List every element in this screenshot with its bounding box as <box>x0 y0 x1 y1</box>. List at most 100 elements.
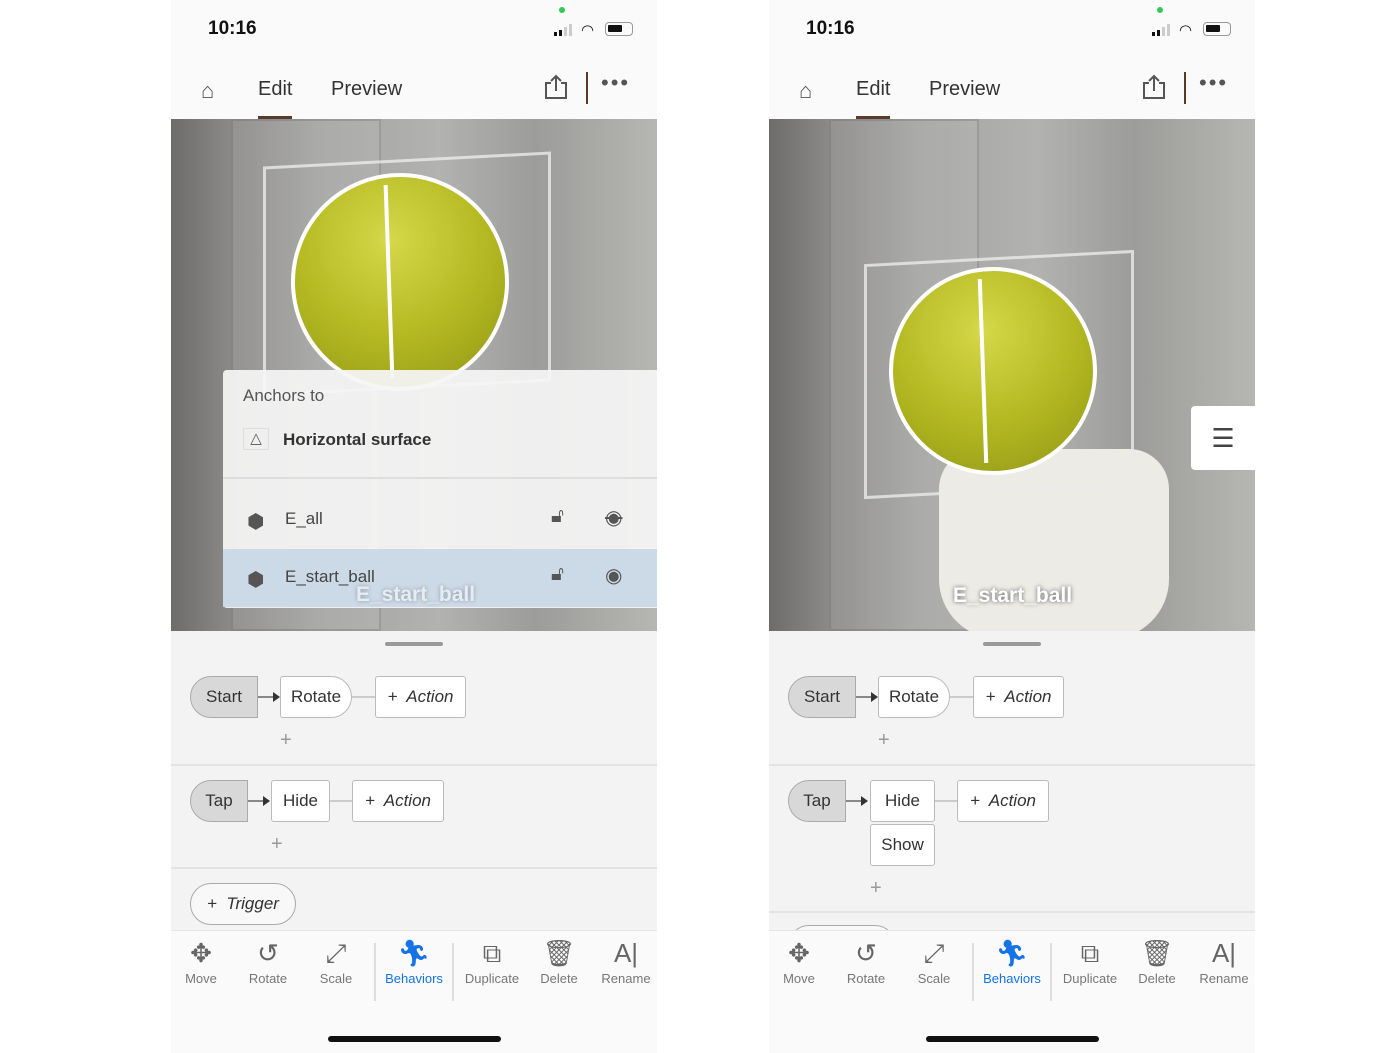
list-icon: ☰ <box>1211 423 1235 453</box>
rotate-icon: ↺ <box>257 938 279 968</box>
unlock-icon[interactable]: 🔓︎ <box>551 563 564 586</box>
mic-indicator <box>1157 7 1163 13</box>
rotate-button[interactable]: ↺ Rotate <box>831 931 901 986</box>
object-3d-label: E_start_ball <box>356 583 476 606</box>
wifi-icon: ◠ <box>581 22 595 39</box>
behaviors-button[interactable]: 🏃︎ Behaviors <box>977 931 1047 986</box>
trigger-start[interactable]: Start <box>190 676 258 718</box>
cube-icon: ⬢ <box>247 511 265 533</box>
add-action-button[interactable]: + Action <box>957 780 1049 822</box>
arrow-icon <box>273 692 280 702</box>
action-show[interactable]: Show <box>870 824 935 866</box>
delete-icon: 🗑︎ <box>1140 938 1174 968</box>
tab-preview[interactable]: Preview <box>331 78 402 101</box>
duplicate-icon: ⧉ <box>482 938 502 968</box>
anchor-surface[interactable]: Horizontal surface <box>283 430 431 450</box>
behaviors-button[interactable]: 🏃︎ Behaviors <box>379 931 449 986</box>
ball-object[interactable] <box>291 173 509 391</box>
object-name: E_all <box>285 509 323 528</box>
home-icon[interactable]: ⌂ <box>799 78 812 104</box>
action-hide[interactable]: Hide <box>870 780 935 822</box>
scale-button[interactable]: ⤢ Scale <box>899 931 969 986</box>
nav-divider <box>586 72 588 104</box>
action-rotate[interactable]: Rotate <box>280 676 352 718</box>
list-item-selected[interactable]: ⬢ E_start_ball 🔓︎ ◉ E_start_ball <box>223 549 657 607</box>
unlock-icon[interactable]: 🔓︎ <box>551 505 564 528</box>
add-action-button[interactable]: + Action <box>375 676 466 718</box>
wifi-icon: ◠ <box>1179 22 1193 39</box>
signal-icon <box>554 24 572 36</box>
anchor-panel: Anchors to △ Horizontal surface ⬢ E_all … <box>223 370 657 608</box>
scale-icon: ⤢ <box>325 938 347 968</box>
battery-icon <box>1203 22 1231 36</box>
tab-preview[interactable]: Preview <box>929 78 1000 101</box>
bottom-toolbar: ✥ Move ↺ Rotate ⤢ Scale 🏃︎ Behaviors ⧉ Duplic… <box>171 930 657 1001</box>
arrow-icon <box>861 796 868 806</box>
signal-icon <box>1152 24 1170 36</box>
add-action-button[interactable]: + Action <box>973 676 1064 718</box>
mic-indicator <box>559 7 565 13</box>
rename-button[interactable]: A| Rename <box>1189 931 1255 986</box>
home-indicator <box>328 1036 501 1042</box>
status-time: 10:16 <box>806 18 855 39</box>
behaviors-sheet: Start Rotate + Action + Tap Hide Show + … <box>769 631 1255 967</box>
horizontal-surface-icon: △ <box>243 428 269 450</box>
arrow-icon <box>263 796 270 806</box>
top-nav: ⌂ Edit Preview ••• <box>769 60 1255 119</box>
move-icon: ✥ <box>190 938 212 968</box>
add-action-plus-icon[interactable]: + <box>271 833 283 856</box>
trigger-tap[interactable]: Tap <box>788 780 846 822</box>
duplicate-icon: ⧉ <box>1080 938 1100 968</box>
object-3d-label: E_start_ball <box>953 584 1073 607</box>
rename-button[interactable]: A| Rename <box>591 931 657 986</box>
list-item[interactable]: ⬢ E_all 🔓︎ ◉ <box>223 491 657 549</box>
status-time: 10:16 <box>208 18 257 39</box>
phone-screen-left: 10:16 ◠ ⌂ Edit Preview ••• Anchors to △ … <box>171 0 657 1053</box>
move-icon: ✥ <box>788 938 810 968</box>
battery-icon <box>605 22 633 36</box>
trigger-tap[interactable]: Tap <box>190 780 248 822</box>
top-nav: ⌂ Edit Preview ••• <box>171 60 657 119</box>
action-hide[interactable]: Hide <box>271 780 330 822</box>
eye-off-icon[interactable]: ◉ <box>605 505 622 530</box>
outline-list-button[interactable]: ☰ <box>1191 406 1255 470</box>
trigger-start[interactable]: Start <box>788 676 856 718</box>
behaviors-icon: 🏃︎ <box>397 938 431 968</box>
divider <box>223 477 657 479</box>
duplicate-button[interactable]: ⧉ Duplicate <box>1055 931 1125 986</box>
share-icon[interactable] <box>544 74 568 100</box>
duplicate-button[interactable]: ⧉ Duplicate <box>457 931 527 986</box>
ar-viewport[interactable]: E_start_ball <box>769 119 1255 631</box>
cube-icon: ⬢ <box>247 569 265 591</box>
sheet-drag-handle[interactable] <box>983 642 1041 646</box>
home-icon[interactable]: ⌂ <box>201 78 214 104</box>
action-rotate[interactable]: Rotate <box>878 676 950 718</box>
more-icon[interactable]: ••• <box>1199 70 1228 96</box>
ball-object[interactable] <box>889 267 1097 475</box>
scale-icon: ⤢ <box>923 938 945 968</box>
more-icon[interactable]: ••• <box>601 70 630 96</box>
delete-icon: 🗑︎ <box>542 938 576 968</box>
behaviors-sheet: Start Rotate + Action + Tap Hide + Actio… <box>171 631 657 930</box>
add-action-button[interactable]: + Action <box>352 780 444 822</box>
add-action-plus-icon[interactable]: + <box>878 729 890 752</box>
add-trigger-button[interactable]: + Trigger <box>190 883 296 925</box>
eye-icon[interactable]: ◉ <box>605 563 622 588</box>
tab-edit[interactable]: Edit <box>856 78 890 101</box>
bottom-toolbar: ✥ Move ↺ Rotate ⤢ Scale 🏃︎ Behaviors ⧉ Duplic… <box>769 930 1255 1001</box>
add-action-plus-icon[interactable]: + <box>870 877 882 900</box>
phone-screen-right: 10:16 ◠ ⌂ Edit Preview ••• E_start_ball … <box>769 0 1255 1053</box>
share-icon[interactable] <box>1142 74 1166 100</box>
tab-edit[interactable]: Edit <box>258 78 292 101</box>
behaviors-icon: 🏃︎ <box>995 938 1029 968</box>
move-button[interactable]: ✥ Move <box>171 931 236 986</box>
sheet-drag-handle[interactable] <box>385 642 443 646</box>
rotate-button[interactable]: ↺ Rotate <box>233 931 303 986</box>
scale-button[interactable]: ⤢ Scale <box>301 931 371 986</box>
delete-button[interactable]: 🗑︎ Delete <box>1122 931 1192 986</box>
delete-button[interactable]: 🗑︎ Delete <box>524 931 594 986</box>
arrow-icon <box>871 692 878 702</box>
rename-icon: A| <box>1211 938 1237 968</box>
add-action-plus-icon[interactable]: + <box>280 729 292 752</box>
move-button[interactable]: ✥ Move <box>769 931 834 986</box>
